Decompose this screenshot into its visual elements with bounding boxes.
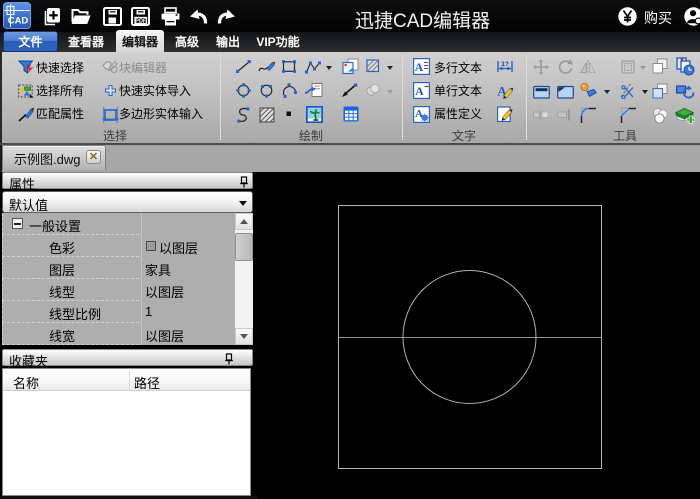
svg-text:CAD: CAD — [8, 16, 29, 27]
svg-text:A: A — [415, 60, 424, 74]
svg-text:1?: 1? — [501, 61, 509, 68]
svg-text:PDF: PDF — [135, 19, 147, 25]
svg-text:A: A — [415, 84, 424, 98]
